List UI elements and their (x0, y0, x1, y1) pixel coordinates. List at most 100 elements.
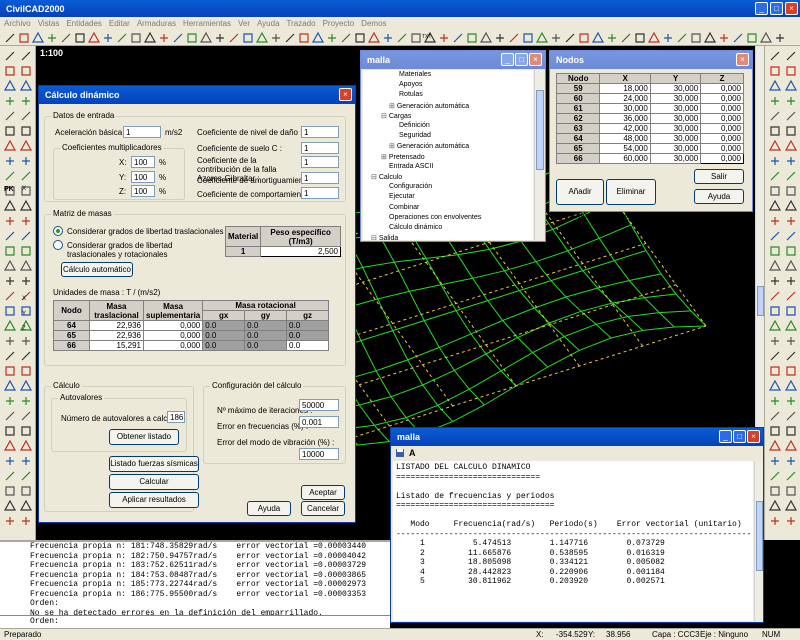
tree-item[interactable]: ⊞ Generación automática (389, 142, 469, 150)
table-row[interactable]: 60 24,000 30,000 0,000 (555, 93, 744, 104)
tool-icon[interactable] (440, 34, 448, 42)
menu-item[interactable]: Editar (109, 17, 130, 30)
tool-icon[interactable] (787, 337, 795, 345)
tool-icon[interactable] (311, 31, 325, 43)
tool-icon[interactable] (621, 33, 631, 43)
tool-icon[interactable] (786, 366, 796, 376)
tool-icon[interactable] (21, 366, 31, 376)
tool-icon[interactable] (787, 97, 795, 105)
axis-x-tool-label-2[interactable]: X (22, 296, 26, 302)
font-icon[interactable]: A (409, 448, 416, 458)
table-cell[interactable]: 0.0 (202, 320, 246, 331)
tool-icon[interactable] (771, 157, 779, 165)
amort-input[interactable]: 1 (301, 172, 339, 184)
tool-icon[interactable] (771, 397, 779, 405)
tool-icon[interactable] (747, 33, 757, 43)
tool-icon[interactable] (143, 31, 157, 43)
anadir-nodos-button[interactable]: Añadir nodos (556, 179, 604, 220)
tool-icon[interactable] (784, 199, 798, 211)
tool-icon[interactable] (21, 486, 31, 496)
tool-icon[interactable] (3, 79, 17, 91)
table-cell[interactable]: 36,000 (599, 113, 651, 124)
tool-icon[interactable] (770, 411, 780, 421)
tool-icon[interactable] (786, 426, 796, 436)
tool-icon[interactable] (591, 31, 605, 43)
tool-icon[interactable] (787, 397, 795, 405)
table-cell[interactable]: 2,500 (260, 246, 341, 257)
menu-item[interactable]: Trazado (287, 17, 316, 30)
tool-icon[interactable] (341, 33, 351, 43)
tool-icon[interactable] (784, 499, 798, 511)
scroll-thumb[interactable] (756, 501, 763, 571)
tool-icon[interactable] (509, 33, 519, 43)
tool-icon[interactable] (328, 34, 336, 42)
tree-item[interactable]: ⊟ Calculo (371, 173, 402, 181)
table-cell[interactable]: 54,000 (599, 143, 651, 154)
table-cell[interactable]: 30,000 (649, 153, 702, 164)
table-cell[interactable]: 22,936 (89, 320, 144, 331)
tool-icon[interactable] (647, 31, 661, 43)
tool-icon[interactable] (786, 126, 796, 136)
tool-icon[interactable] (3, 199, 17, 211)
save-icon[interactable] (395, 448, 405, 460)
tool-icon[interactable] (5, 111, 15, 121)
table-cell[interactable]: 18,000 (599, 83, 651, 94)
tool-icon[interactable] (5, 126, 15, 136)
tool-icon[interactable] (5, 411, 15, 421)
tool-icon[interactable] (453, 33, 463, 43)
tool-icon[interactable] (5, 471, 15, 481)
table-row[interactable]: 61 30,000 30,000 0,000 (555, 103, 744, 114)
tool-icon[interactable] (608, 34, 616, 42)
tool-icon[interactable] (552, 34, 560, 42)
tool-icon[interactable] (75, 33, 85, 43)
tool-icon[interactable] (21, 111, 31, 121)
tool-icon[interactable] (523, 33, 533, 43)
tool-icon[interactable] (479, 31, 493, 43)
tool-icon[interactable] (770, 351, 780, 361)
table-cell[interactable]: 0.0 (244, 330, 288, 341)
tool-icon[interactable] (5, 291, 15, 301)
table-cell[interactable]: 0.0 (244, 320, 288, 331)
cancelar-button[interactable]: Cancelar (301, 501, 345, 516)
tool-icon[interactable] (229, 33, 239, 43)
tool-icon[interactable] (768, 79, 782, 91)
tool-icon[interactable] (786, 291, 796, 301)
tool-icon[interactable] (19, 199, 33, 211)
tool-icon[interactable] (216, 34, 224, 42)
tool-icon[interactable] (786, 66, 796, 76)
tool-icon[interactable] (3, 319, 17, 331)
minimize-icon[interactable]: _ (755, 2, 768, 15)
tool-icon[interactable] (784, 379, 798, 391)
tool-icon[interactable] (770, 306, 780, 316)
tool-icon[interactable] (771, 457, 779, 465)
tree-item[interactable]: ⊟ Salida (371, 234, 398, 240)
expand-icon[interactable]: ⊞ (389, 103, 397, 110)
tool-icon[interactable] (255, 31, 269, 43)
table-cell[interactable]: 0.0 (286, 340, 329, 351)
tool-icon[interactable] (565, 33, 575, 43)
tool-icon[interactable] (48, 34, 56, 42)
tool-icon[interactable] (187, 33, 197, 43)
table-cell[interactable]: 22,936 (89, 330, 144, 341)
tool-icon[interactable] (19, 79, 33, 91)
tool-icon[interactable] (22, 97, 30, 105)
tool-icon[interactable] (243, 33, 253, 43)
close-icon[interactable]: × (747, 430, 760, 443)
tool-icon[interactable] (786, 111, 796, 121)
tree-item[interactable]: Operaciones con envolventes (389, 214, 481, 221)
tool-icon[interactable] (786, 306, 796, 316)
pk-tool-label[interactable]: PK (4, 186, 14, 193)
tool-icon[interactable] (787, 217, 795, 225)
tree-item[interactable]: ⊟ Cargas (381, 112, 411, 120)
tool-icon[interactable] (770, 126, 780, 136)
tool-icon[interactable] (19, 379, 33, 391)
tool-icon[interactable] (768, 379, 782, 391)
tool-icon[interactable] (21, 231, 31, 241)
table-cell[interactable]: 0,000 (142, 330, 204, 341)
tool-icon[interactable] (6, 397, 14, 405)
tool-icon[interactable] (285, 33, 295, 43)
table-cell[interactable]: 0.0 (202, 330, 246, 341)
coef-y-input[interactable]: 100 (131, 171, 155, 183)
table-cell[interactable]: 0,000 (700, 143, 744, 154)
menu-item[interactable]: Ver (238, 17, 250, 30)
